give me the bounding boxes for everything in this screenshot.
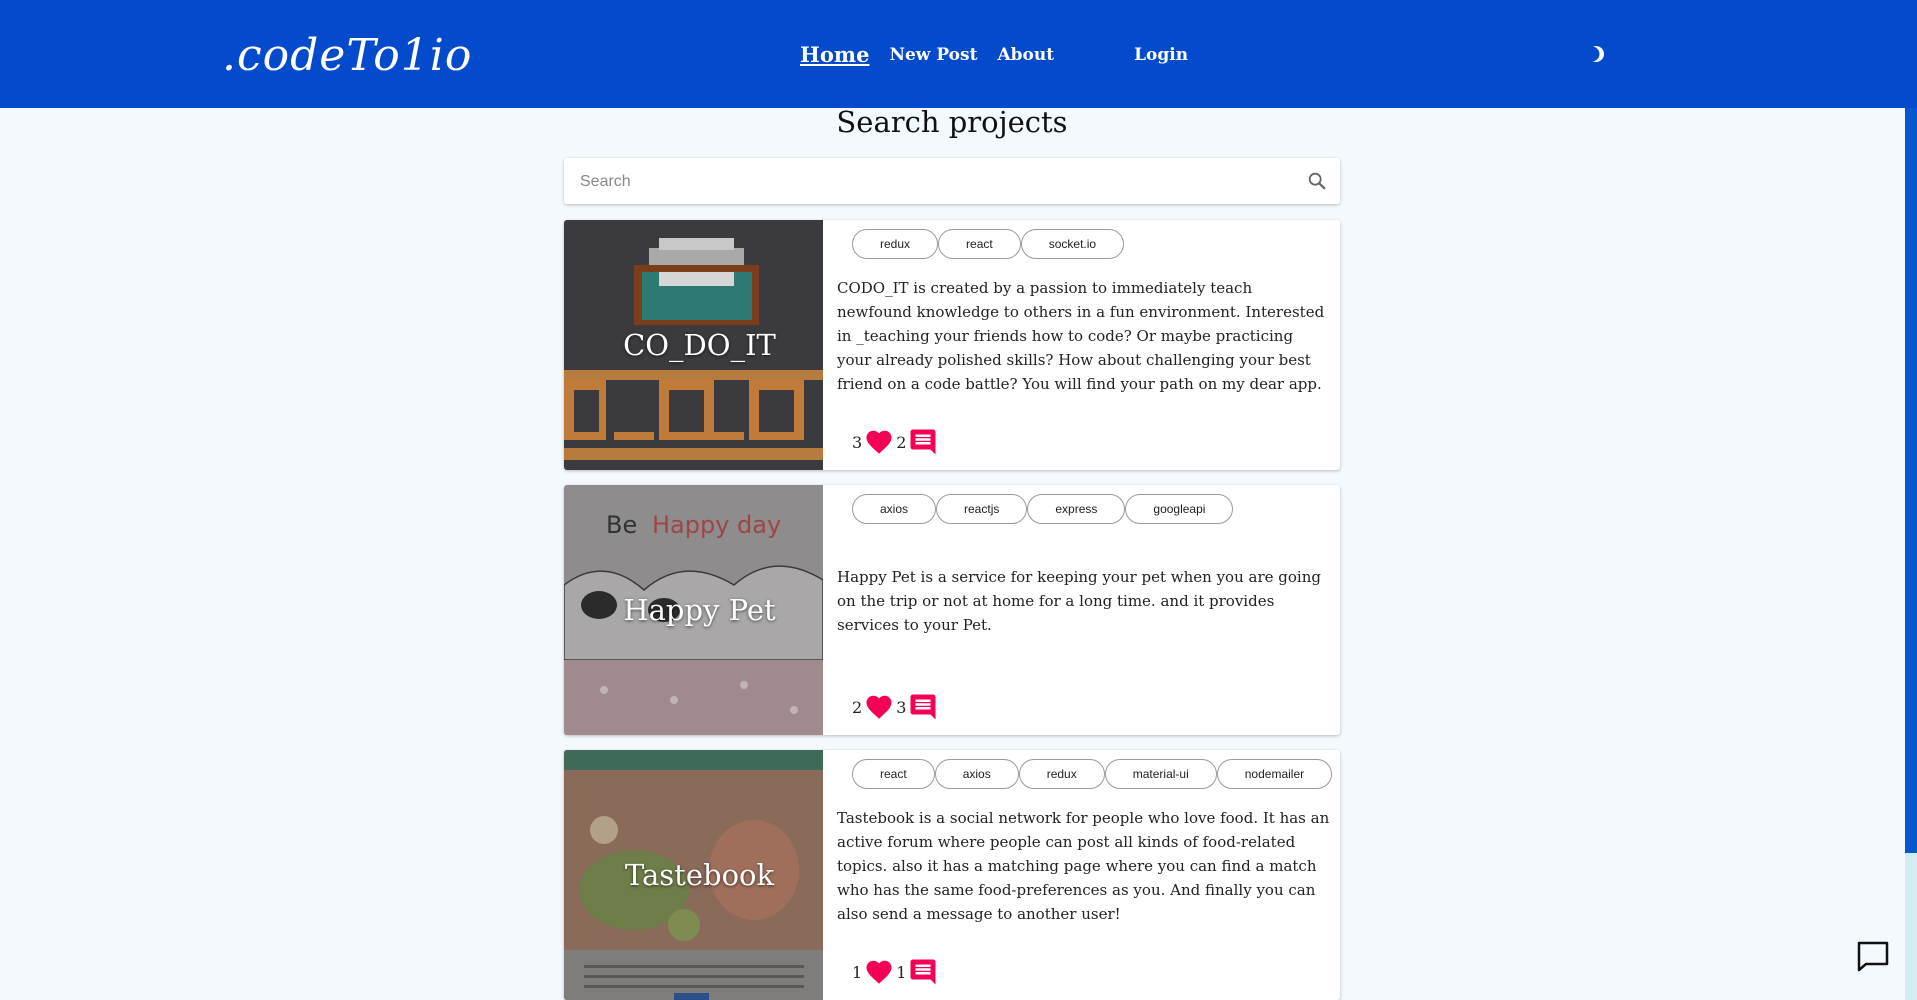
- moon-icon[interactable]: [1587, 45, 1605, 63]
- card-actions: 3 2: [852, 427, 939, 457]
- comment-icon[interactable]: [907, 957, 939, 987]
- search-icon[interactable]: [1306, 170, 1328, 192]
- comment-icon[interactable]: [907, 427, 939, 457]
- project-image[interactable]: CO_DO_IT: [564, 220, 823, 470]
- tag-list: axios reactjs express googleapi: [852, 494, 1234, 524]
- chat-bubble-icon[interactable]: [1856, 940, 1890, 972]
- tag-chip[interactable]: react: [852, 759, 935, 789]
- page-title: Search projects: [836, 105, 1068, 139]
- tag-chip[interactable]: axios: [852, 494, 937, 524]
- like-count: 1: [852, 962, 863, 982]
- project-title: Tastebook: [624, 858, 775, 892]
- comment-count: 2: [896, 432, 907, 452]
- tag-chip[interactable]: redux: [1018, 759, 1105, 789]
- comment-icon[interactable]: [907, 692, 939, 722]
- tag-list: react axios redux material-ui nodemailer: [852, 759, 1333, 789]
- project-description: Happy Pet is a service for keeping your …: [837, 568, 1321, 634]
- project-card: CO_DO_IT redux react socket.io CODO_IT i…: [564, 220, 1340, 470]
- scrollbar-track-end: [1905, 853, 1917, 1000]
- nav-home-link[interactable]: Home: [800, 42, 869, 67]
- tag-chip[interactable]: react: [938, 229, 1021, 259]
- tag-chip[interactable]: nodemailer: [1216, 759, 1333, 789]
- like-count: 2: [852, 697, 863, 717]
- tag-chip[interactable]: reactjs: [936, 494, 1028, 524]
- main-nav: Home New Post About Login: [800, 42, 1208, 67]
- project-image[interactable]: Tastebook: [564, 750, 823, 1000]
- card-actions: 1 1: [852, 957, 939, 987]
- tag-chip[interactable]: redux: [852, 229, 939, 259]
- heart-icon[interactable]: [863, 427, 895, 457]
- tag-chip[interactable]: material-ui: [1104, 759, 1217, 789]
- project-card: Be Happy day Happy Pet axios reactjs exp…: [564, 485, 1340, 735]
- tag-chip[interactable]: express: [1027, 494, 1126, 524]
- project-description: Tastebook is a social network for people…: [837, 809, 1330, 923]
- search-box: [564, 158, 1340, 206]
- nav-new-post-link[interactable]: New Post: [889, 45, 977, 65]
- tag-chip[interactable]: axios: [934, 759, 1019, 789]
- navbar: .codeTo1io Home New Post About Login: [0, 0, 1917, 108]
- tag-list: redux react socket.io: [852, 229, 1125, 259]
- comment-count: 1: [896, 962, 907, 982]
- tag-chip[interactable]: googleapi: [1125, 494, 1234, 524]
- tag-chip[interactable]: socket.io: [1020, 229, 1125, 259]
- project-description: CODO_IT is created by a passion to immed…: [837, 279, 1325, 393]
- heart-icon[interactable]: [863, 957, 895, 987]
- like-count: 3: [852, 432, 863, 452]
- heart-icon[interactable]: [863, 692, 895, 722]
- project-image[interactable]: Be Happy day Happy Pet: [564, 485, 823, 735]
- project-title: Happy Pet: [623, 593, 776, 627]
- nav-login-link[interactable]: Login: [1134, 45, 1188, 65]
- site-logo[interactable]: .codeTo1io: [222, 30, 472, 81]
- project-title: CO_DO_IT: [623, 328, 776, 362]
- card-actions: 2 3: [852, 692, 939, 722]
- nav-about-link[interactable]: About: [997, 45, 1054, 65]
- comment-count: 3: [896, 697, 907, 717]
- page-scrollbar[interactable]: [1905, 108, 1917, 853]
- search-input[interactable]: [578, 158, 1262, 206]
- project-card: Tastebook react axios redux material-ui …: [564, 750, 1340, 1000]
